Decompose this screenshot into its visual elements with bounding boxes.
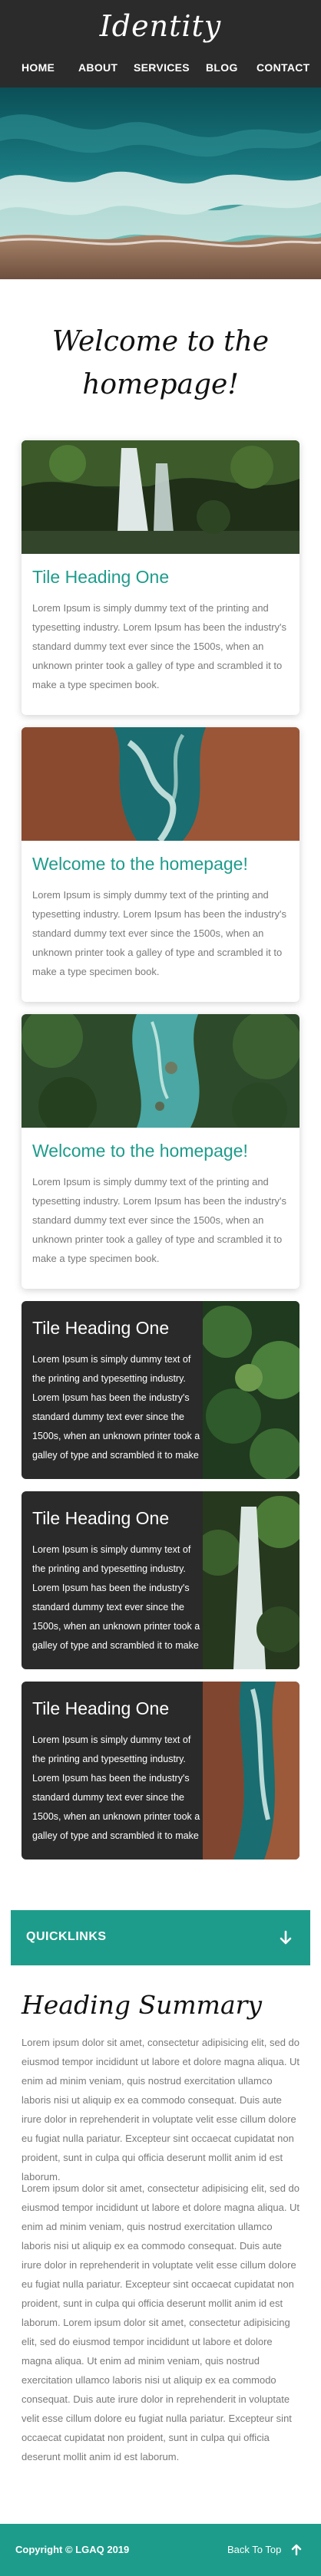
waterfall-image bbox=[195, 1491, 299, 1669]
tile-body: Lorem Ipsum is simply dummy text of the … bbox=[32, 602, 287, 690]
welcome-line-2: homepage! bbox=[82, 369, 239, 400]
tile-heading: Welcome to the homepage! bbox=[32, 1141, 248, 1161]
forest-river-image bbox=[22, 1014, 299, 1138]
tile-body: Lorem Ipsum is simply dummy text of the … bbox=[32, 1176, 287, 1264]
dark-tile-body: Lorem Ipsum is simply dummy text of the … bbox=[32, 1544, 200, 1651]
nav-home[interactable]: HOME bbox=[22, 61, 55, 74]
hero-image bbox=[0, 87, 321, 279]
forest-image bbox=[200, 1301, 299, 1479]
river-image bbox=[22, 727, 299, 843]
waterfall-image bbox=[22, 440, 299, 554]
dark-tile-card[interactable]: Tile Heading One Lorem Ipsum is simply d… bbox=[22, 1491, 299, 1669]
dark-tile-card[interactable]: Tile Heading One Lorem Ipsum is simply d… bbox=[22, 1301, 299, 1479]
nav-about[interactable]: ABOUT bbox=[78, 61, 117, 74]
dark-tile-card[interactable]: Tile Heading One Lorem Ipsum is simply d… bbox=[22, 1682, 299, 1860]
dark-tile-heading: Tile Heading One bbox=[32, 1318, 170, 1338]
tile-card[interactable]: Tile Heading One Lorem Ipsum is simply d… bbox=[22, 440, 299, 715]
dark-tile-heading: Tile Heading One bbox=[32, 1508, 170, 1528]
tile-card[interactable]: Welcome to the homepage! Lorem Ipsum is … bbox=[22, 1014, 299, 1289]
dark-tile-body: Lorem Ipsum is simply dummy text of the … bbox=[32, 1734, 200, 1841]
summary-heading: Heading Summary bbox=[22, 1990, 263, 2020]
dark-tile-body: Lorem Ipsum is simply dummy text of the … bbox=[32, 1354, 200, 1461]
summary-paragraph: Lorem ipsum dolor sit amet, consectetur … bbox=[22, 2037, 300, 2182]
nav-blog[interactable]: BLOG bbox=[206, 61, 238, 74]
site-footer: Copyright © LGAQ 2019 Back To Top bbox=[0, 2524, 321, 2576]
tile-heading: Tile Heading One bbox=[32, 567, 170, 587]
copyright-text: Copyright © LGAQ 2019 bbox=[15, 2544, 130, 2555]
tile-body: Lorem Ipsum is simply dummy text of the … bbox=[32, 889, 287, 977]
arrow-down-icon[interactable] bbox=[276, 1929, 295, 1947]
tile-heading: Welcome to the homepage! bbox=[32, 854, 248, 874]
back-to-top-link[interactable]: Back To Top bbox=[227, 2544, 281, 2555]
welcome-heading: Welcome to the homepage! bbox=[0, 321, 321, 407]
tile-card[interactable]: Welcome to the homepage! Lorem Ipsum is … bbox=[22, 727, 299, 1002]
site-logo[interactable]: Identity bbox=[0, 9, 321, 43]
quicklinks-label: QUICKLINKS bbox=[26, 1930, 107, 1943]
quicklinks-toggle[interactable]: QUICKLINKS bbox=[11, 1910, 310, 1965]
river-rocks-image bbox=[203, 1682, 299, 1860]
welcome-line-1: Welcome to the bbox=[51, 326, 270, 357]
summary-paragraph: Lorem ipsum dolor sit amet, consectetur … bbox=[22, 2182, 300, 2462]
arrow-up-icon[interactable] bbox=[290, 2544, 303, 2556]
main-nav: HOME ABOUT SERVICES BLOG CONTACT bbox=[0, 61, 321, 80]
nav-services[interactable]: SERVICES bbox=[134, 61, 190, 74]
site-header: Identity HOME ABOUT SERVICES BLOG CONTAC… bbox=[0, 0, 321, 87]
nav-contact[interactable]: CONTACT bbox=[256, 61, 310, 74]
dark-tile-heading: Tile Heading One bbox=[32, 1698, 170, 1718]
